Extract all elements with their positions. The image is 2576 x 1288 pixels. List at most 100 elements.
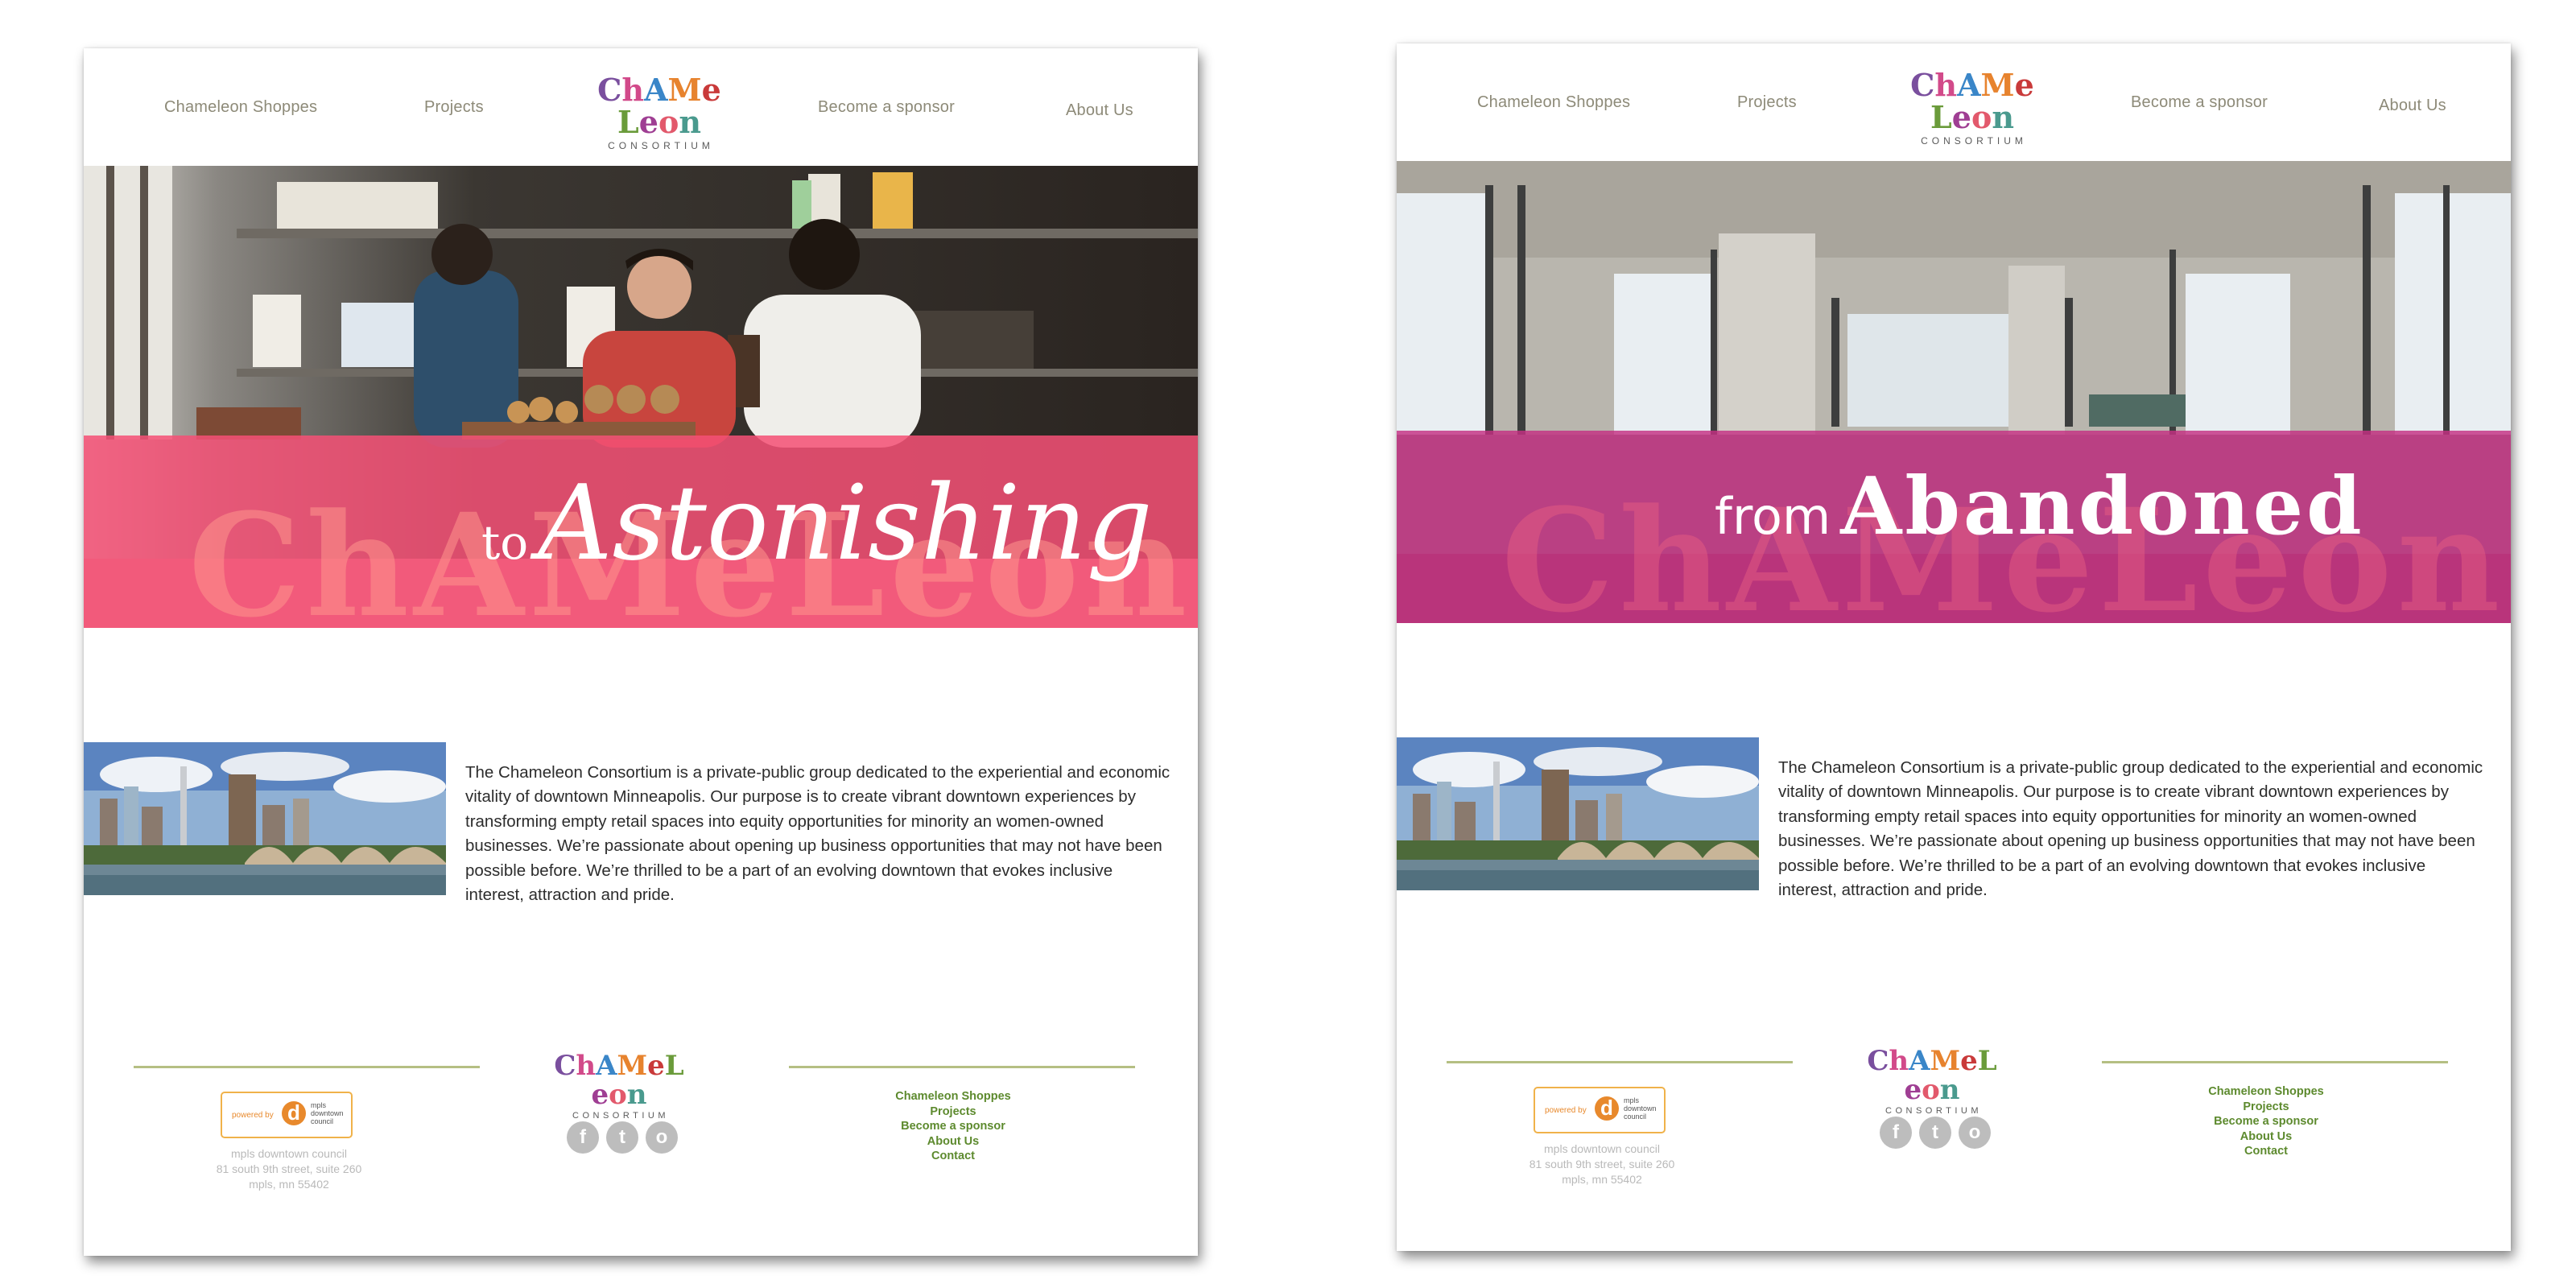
address-line: 81 south 9th street, suite 260 bbox=[1529, 1158, 1675, 1170]
logo-letter: M bbox=[1930, 1045, 1961, 1077]
logo-letter: n bbox=[679, 104, 701, 140]
footer-link-projects[interactable]: Projects bbox=[2161, 1100, 2371, 1115]
footer-logo-subtitle: CONSORTIUM bbox=[572, 1111, 669, 1121]
logo-letter: M bbox=[617, 1050, 648, 1082]
hero-banner: ChAMeLeon from Abandoned bbox=[1397, 161, 2511, 623]
footer-logo-wordmark: ChAMeLeon bbox=[551, 1051, 687, 1109]
footer-link-about-us[interactable]: About Us bbox=[848, 1134, 1058, 1150]
social-links: f t o bbox=[567, 1121, 687, 1154]
badge-org-name: mpls downtown council bbox=[1624, 1096, 1657, 1121]
footer-link-become-sponsor[interactable]: Become a sponsor bbox=[2161, 1114, 2371, 1129]
footer-logo-subtitle: CONSORTIUM bbox=[1885, 1106, 1982, 1116]
footer-link-chameleon-shoppes[interactable]: Chameleon Shoppes bbox=[848, 1089, 1058, 1104]
logo-letter: o bbox=[609, 1079, 627, 1111]
logo-letter: A bbox=[596, 1050, 617, 1082]
logo-letter: M bbox=[667, 72, 702, 108]
nav-chameleon-shoppes[interactable]: Chameleon Shoppes bbox=[164, 98, 317, 117]
logo-letter: n bbox=[1992, 99, 2014, 135]
footer-logo-wordmark: ChAMeLeon bbox=[1864, 1046, 2000, 1104]
logo-letter: h bbox=[576, 1050, 597, 1082]
top-nav: Chameleon Shoppes Projects Become a spon… bbox=[84, 48, 1198, 166]
mdc-d-icon: d bbox=[282, 1101, 306, 1125]
footer-address: mpls downtown council 81 south 9th stree… bbox=[1501, 1141, 1703, 1187]
instagram-icon[interactable]: o bbox=[1959, 1117, 1991, 1149]
logo-letter: e bbox=[2014, 67, 2034, 103]
logo-letter: C bbox=[1867, 1045, 1889, 1077]
logo-letter: e bbox=[1951, 99, 1971, 135]
chameleon-logo[interactable]: ChAMeLeon CONSORTIUM bbox=[1904, 69, 2041, 147]
website-mockup-right: Chameleon Shoppes Projects Become a spon… bbox=[1397, 43, 2511, 1251]
address-line: mpls, mn 55402 bbox=[1562, 1173, 1642, 1186]
footer-link-become-sponsor[interactable]: Become a sponsor bbox=[848, 1119, 1058, 1134]
logo-subtitle: CONSORTIUM bbox=[608, 140, 714, 151]
footer-logo[interactable]: ChAMeLeon CONSORTIUM bbox=[551, 1051, 687, 1121]
facebook-icon[interactable]: f bbox=[567, 1121, 599, 1154]
nav-become-sponsor[interactable]: Become a sponsor bbox=[818, 98, 955, 117]
address-line: mpls, mn 55402 bbox=[249, 1178, 329, 1191]
nav-about-us[interactable]: About Us bbox=[1066, 101, 1133, 120]
footer-link-about-us[interactable]: About Us bbox=[2161, 1129, 2371, 1145]
logo-letter: C bbox=[554, 1050, 576, 1082]
address-line: 81 south 9th street, suite 260 bbox=[216, 1162, 362, 1175]
twitter-icon[interactable]: t bbox=[606, 1121, 638, 1154]
logo-letter: n bbox=[626, 1079, 647, 1111]
nav-projects[interactable]: Projects bbox=[1737, 93, 1797, 112]
logo-letter: L bbox=[664, 1050, 684, 1082]
hero-banner: ChAMeLeon toAstonishing bbox=[84, 166, 1198, 628]
logo-letter: L bbox=[1977, 1045, 1997, 1077]
logo-letter: A bbox=[1957, 67, 1981, 103]
address-line: mpls downtown council bbox=[1544, 1142, 1660, 1155]
footer-link-contact[interactable]: Contact bbox=[2161, 1144, 2371, 1159]
footer-address: mpls downtown council 81 south 9th stree… bbox=[188, 1146, 390, 1192]
logo-letter: e bbox=[591, 1079, 609, 1111]
minneapolis-skyline-photo bbox=[1397, 737, 1759, 890]
logo-letter: A bbox=[644, 72, 668, 108]
footer-rule-left bbox=[1447, 1061, 1793, 1063]
footer-logo[interactable]: ChAMeLeon CONSORTIUM bbox=[1864, 1046, 2000, 1116]
logo-letter: o bbox=[1971, 99, 1992, 135]
hero-headline: toAstonishing bbox=[481, 464, 1153, 584]
footer-rule-left bbox=[134, 1066, 480, 1068]
powered-by-badge[interactable]: powered by d mpls downtown council bbox=[221, 1092, 353, 1138]
about-paragraph: The Chameleon Consortium is a private-pu… bbox=[465, 762, 1170, 905]
logo-letter: n bbox=[1939, 1074, 1960, 1106]
twitter-icon[interactable]: t bbox=[1919, 1117, 1951, 1149]
social-links: f t o bbox=[1880, 1117, 2000, 1149]
logo-letter: h bbox=[1889, 1045, 1909, 1077]
hero-headline: from Abandoned bbox=[1715, 460, 2365, 553]
hero-prefix: from bbox=[1715, 487, 1831, 546]
website-mockup-left: Chameleon Shoppes Projects Become a spon… bbox=[84, 48, 1198, 1256]
logo-letter: C bbox=[1910, 67, 1935, 103]
badge-powered-by: powered by bbox=[1545, 1106, 1587, 1115]
address-line: mpls downtown council bbox=[231, 1147, 347, 1160]
logo-letter: C bbox=[597, 72, 622, 108]
logo-letter: h bbox=[621, 72, 645, 108]
minneapolis-skyline-photo bbox=[84, 742, 446, 895]
nav-become-sponsor[interactable]: Become a sponsor bbox=[2131, 93, 2268, 112]
logo-subtitle: CONSORTIUM bbox=[1921, 135, 2027, 147]
logo-letter: A bbox=[1909, 1045, 1930, 1077]
instagram-icon[interactable]: o bbox=[646, 1121, 678, 1154]
powered-by-badge[interactable]: powered by d mpls downtown council bbox=[1534, 1087, 1666, 1133]
footer-link-projects[interactable]: Projects bbox=[848, 1104, 1058, 1120]
nav-projects[interactable]: Projects bbox=[424, 98, 484, 117]
mdc-d-icon: d bbox=[1595, 1096, 1619, 1121]
hero-word: Astonishing bbox=[538, 464, 1153, 584]
nav-chameleon-shoppes[interactable]: Chameleon Shoppes bbox=[1477, 93, 1630, 112]
logo-wordmark: ChAMeLeon bbox=[591, 74, 728, 138]
footer-rule-right bbox=[789, 1066, 1135, 1068]
badge-org-name: mpls downtown council bbox=[311, 1101, 344, 1125]
logo-letter: e bbox=[701, 72, 721, 108]
logo-letter: e bbox=[1960, 1045, 1978, 1077]
logo-letter: o bbox=[1922, 1074, 1940, 1106]
logo-letter: e bbox=[1904, 1074, 1922, 1106]
logo-letter: e bbox=[647, 1050, 665, 1082]
logo-letter: M bbox=[1980, 67, 2015, 103]
footer-link-contact[interactable]: Contact bbox=[848, 1149, 1058, 1164]
footer-link-chameleon-shoppes[interactable]: Chameleon Shoppes bbox=[2161, 1084, 2371, 1100]
badge-powered-by: powered by bbox=[232, 1111, 274, 1120]
facebook-icon[interactable]: f bbox=[1880, 1117, 1912, 1149]
hero-prefix: to bbox=[481, 515, 529, 570]
nav-about-us[interactable]: About Us bbox=[2379, 97, 2446, 115]
chameleon-logo[interactable]: ChAMeLeon CONSORTIUM bbox=[591, 74, 728, 152]
